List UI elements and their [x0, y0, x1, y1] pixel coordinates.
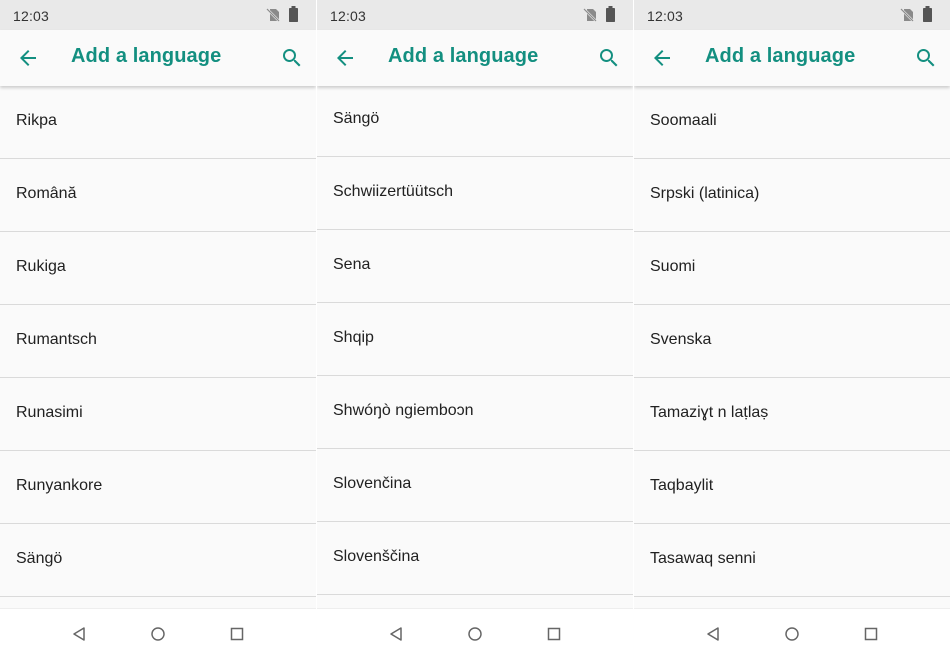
no-sim-icon	[583, 8, 597, 22]
language-item[interactable]: Schwiizertüütsch	[317, 157, 633, 230]
language-label: Schwiizertüütsch	[333, 183, 454, 200]
app-bar: Add a language	[317, 30, 633, 86]
language-label: Suomi	[650, 258, 696, 275]
language-item[interactable]: Rukiga	[0, 232, 316, 305]
language-item[interactable]: Slovenčina	[317, 449, 633, 522]
status-time: 12:03	[330, 8, 367, 24]
navigation-bar	[0, 608, 316, 657]
language-item[interactable]: Sängö	[317, 86, 633, 157]
language-list[interactable]: Rikpa Română Rukiga Rumantsch Runasimi R…	[0, 86, 316, 609]
language-label: Rukiga	[16, 258, 66, 275]
nav-back-icon[interactable]	[388, 626, 404, 642]
nav-recents-icon[interactable]	[863, 626, 879, 642]
nav-back-icon[interactable]	[71, 626, 87, 642]
language-item[interactable]: Shqip	[317, 303, 633, 376]
nav-back-icon[interactable]	[705, 626, 721, 642]
status-time: 12:03	[13, 8, 50, 24]
language-label: Sena	[333, 256, 371, 273]
language-item[interactable]: Svenska	[634, 305, 950, 378]
status-time: 12:03	[647, 8, 684, 24]
search-icon[interactable]	[914, 46, 938, 70]
language-item[interactable]: Suomi	[634, 232, 950, 305]
search-icon[interactable]	[597, 46, 621, 70]
language-item[interactable]: Runasimi	[0, 378, 316, 451]
language-label: Rikpa	[16, 112, 57, 129]
battery-icon	[289, 6, 298, 22]
status-bar: 12:03	[317, 0, 633, 30]
language-item[interactable]: Soomaali	[634, 86, 950, 159]
language-item[interactable]: Rikpa	[0, 86, 316, 159]
nav-home-icon[interactable]	[784, 626, 800, 642]
search-icon[interactable]	[280, 46, 304, 70]
screen-panel-2: 12:03 Add a language Sängö Schwiizertüüt…	[317, 0, 633, 657]
language-label: Sängö	[333, 110, 380, 127]
page-title: Add a language	[388, 45, 539, 67]
language-label: Slovenčina	[333, 475, 412, 492]
back-arrow-icon[interactable]	[333, 46, 357, 70]
language-item[interactable]: Shwóŋò ngiemboɔn	[317, 376, 633, 449]
language-item[interactable]: Sängö	[0, 524, 316, 597]
language-item[interactable]: Tasawaq senni	[634, 524, 950, 597]
language-item[interactable]: Rumantsch	[0, 305, 316, 378]
page-title: Add a language	[705, 45, 856, 67]
battery-icon	[923, 6, 932, 22]
language-label: Tamaziɣt n laṭlaṣ	[650, 404, 769, 421]
language-label: Slovenščina	[333, 548, 420, 565]
language-item[interactable]: Taqbaylit	[634, 451, 950, 524]
language-label: Srpski (latinica)	[650, 185, 760, 202]
language-item[interactable]: Sena	[317, 230, 633, 303]
app-bar: Add a language	[634, 30, 950, 86]
language-label: Sängö	[16, 550, 63, 567]
nav-home-icon[interactable]	[150, 626, 166, 642]
nav-recents-icon[interactable]	[229, 626, 245, 642]
language-label: Runyankore	[16, 477, 103, 494]
back-arrow-icon[interactable]	[650, 46, 674, 70]
language-label: Taqbaylit	[650, 477, 714, 494]
language-label: Shqip	[333, 329, 374, 346]
language-item[interactable]: Română	[0, 159, 316, 232]
no-sim-icon	[266, 8, 280, 22]
language-label: Soomaali	[650, 112, 717, 129]
nav-recents-icon[interactable]	[546, 626, 562, 642]
status-bar: 12:03	[634, 0, 950, 30]
status-bar: 12:03	[0, 0, 316, 30]
language-label: Rumantsch	[16, 331, 97, 348]
navigation-bar	[634, 608, 950, 657]
navigation-bar	[317, 608, 633, 657]
screen-panel-3: 12:03 Add a language Soomaali Srpski (la…	[634, 0, 950, 657]
language-label: Runasimi	[16, 404, 83, 421]
language-list[interactable]: Sängö Schwiizertüütsch Sena Shqip Shwóŋò…	[317, 86, 633, 609]
language-label: Shwóŋò ngiemboɔn	[333, 402, 474, 419]
app-bar: Add a language	[0, 30, 316, 86]
language-label: Svenska	[650, 331, 712, 348]
nav-home-icon[interactable]	[467, 626, 483, 642]
language-item[interactable]: Runyankore	[0, 451, 316, 524]
language-list[interactable]: Soomaali Srpski (latinica) Suomi Svenska…	[634, 86, 950, 609]
language-label: Română	[16, 185, 77, 202]
back-arrow-icon[interactable]	[16, 46, 40, 70]
language-label: Tasawaq senni	[650, 550, 756, 567]
page-title: Add a language	[71, 45, 222, 67]
screen-panel-1: 12:03 Add a language Rikpa Română Rukiga…	[0, 0, 316, 657]
no-sim-icon	[900, 8, 914, 22]
language-item[interactable]: Tamaziɣt n laṭlaṣ	[634, 378, 950, 451]
language-item[interactable]: Srpski (latinica)	[634, 159, 950, 232]
battery-icon	[606, 6, 615, 22]
language-item[interactable]: Slovenščina	[317, 522, 633, 595]
